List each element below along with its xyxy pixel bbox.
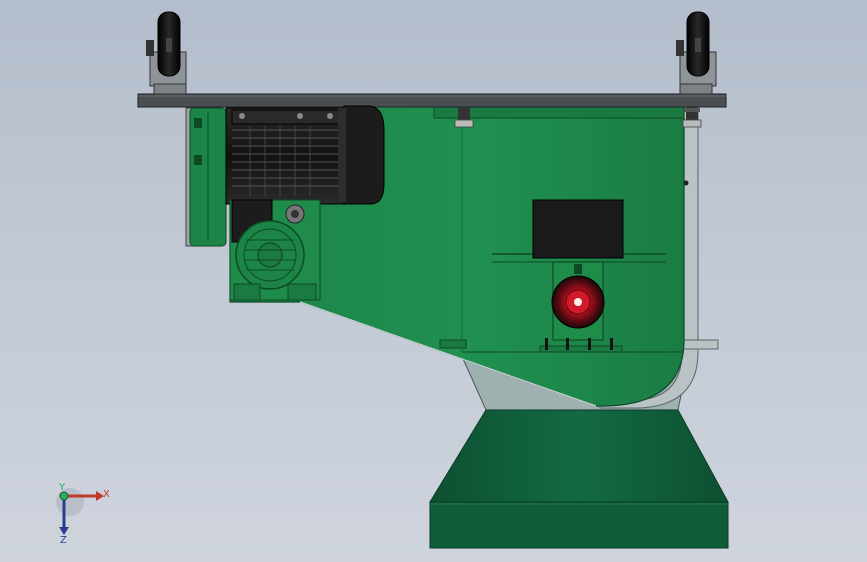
triad-y-label: Y <box>58 482 66 493</box>
triad-z-arrow <box>59 527 69 535</box>
triad-y-axis <box>59 491 69 501</box>
coordinate-triad: X Y Z <box>56 482 110 546</box>
caster-wheel-right <box>676 11 717 95</box>
triad-z-label: Z <box>60 535 67 546</box>
triad-x-label: X <box>103 489 110 500</box>
caster-wheel-left <box>146 11 187 95</box>
worm-gearbox <box>229 199 321 301</box>
drive-motor <box>225 105 385 205</box>
v-belt-guard <box>185 107 227 247</box>
cad-assembly-view: X Y Z <box>56 11 729 549</box>
